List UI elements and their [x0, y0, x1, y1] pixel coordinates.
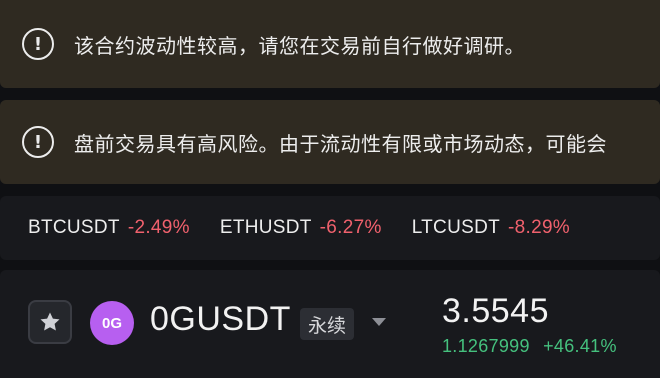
- risk-notice-premarket: ! 盘前交易具有高风险。由于流动性有限或市场动态，可能会: [0, 100, 660, 184]
- ticker-change: -6.27%: [319, 217, 382, 238]
- favorite-button[interactable]: [28, 300, 72, 344]
- last-price: 3.5545: [442, 292, 549, 330]
- ticker-symbol: ETHUSDT: [219, 217, 312, 238]
- exclamation-circle-icon: !: [22, 28, 54, 60]
- ticker-change: -8.29%: [508, 217, 571, 238]
- exclamation-circle-icon: !: [22, 126, 54, 158]
- contract-type-badge: 永续: [300, 308, 355, 340]
- ticker-item-btcusdt[interactable]: BTCUSDT -2.49%: [28, 217, 190, 239]
- notice-text: 该合约波动性较高，请您在交易前自行做好调研。: [74, 33, 525, 58]
- notice-text: 盘前交易具有高风险。由于流动性有限或市场动态，可能会: [74, 131, 607, 156]
- risk-notice-volatility: ! 该合约波动性较高，请您在交易前自行做好调研。: [0, 0, 660, 88]
- ticker-symbol: BTCUSDT: [28, 217, 120, 238]
- chevron-down-icon[interactable]: [372, 318, 386, 326]
- star-icon: [40, 312, 60, 331]
- change-percent: +46.41%: [543, 336, 617, 356]
- market-symbol[interactable]: 0GUSDT: [150, 300, 291, 339]
- ticker-change: -2.49%: [127, 217, 190, 238]
- ticker-bar: BTCUSDT -2.49% ETHUSDT -6.27% LTCUSDT -8…: [0, 196, 660, 260]
- change-amount: 1.1267999: [442, 336, 530, 356]
- ticker-item-ltcusdt[interactable]: LTCUSDT -8.29%: [412, 217, 570, 239]
- ticker-item-ethusdt[interactable]: ETHUSDT -6.27%: [220, 217, 382, 239]
- ticker-symbol: LTCUSDT: [411, 217, 500, 238]
- market-header: 0G 0GUSDT 永续 3.5545 1.1267999 +46.41%: [0, 270, 660, 378]
- coin-logo: 0G: [90, 301, 134, 345]
- price-change: 1.1267999 +46.41%: [442, 336, 617, 357]
